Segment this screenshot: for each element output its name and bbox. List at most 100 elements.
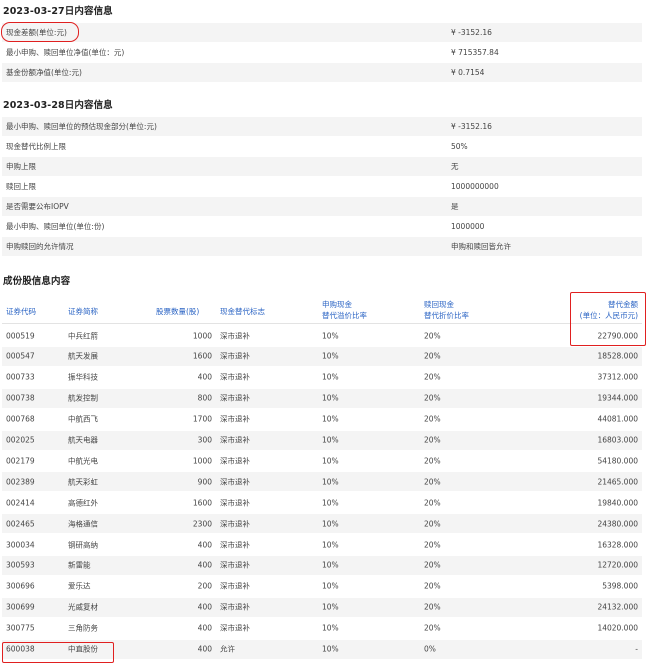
- section-title-components: 成份股信息内容: [3, 276, 71, 287]
- cash-flag: 深市退补: [220, 414, 250, 424]
- cash-flag: 深市退补: [220, 560, 250, 570]
- red-discount: 20%: [424, 372, 441, 382]
- stock-code: 300699: [6, 602, 35, 612]
- red-discount: 0%: [424, 644, 436, 654]
- stock-code: 000738: [6, 393, 35, 403]
- stock-name: 振华科技: [68, 372, 98, 382]
- sub-amount: 5398.000: [602, 581, 638, 591]
- stock-code: 300775: [6, 623, 35, 633]
- kv-key: 最小申购、赎回单位的预估现金部分(单位:元): [6, 122, 157, 131]
- sub-amount: 12720.000: [597, 560, 638, 570]
- cash-flag: 深市退补: [220, 351, 250, 361]
- cash-flag: 深市退补: [220, 372, 250, 382]
- sub-amount: 22790.000: [597, 331, 638, 340]
- sub-amount: 24132.000: [597, 602, 638, 612]
- cash-flag: 深市退补: [220, 456, 250, 466]
- sub-premium: 10%: [322, 331, 339, 340]
- table-row: 300775 三角防务 400 深市退补 10% 20% 14020.000: [2, 619, 642, 638]
- table-row: 002389 航天彩虹 900 深市退补 10% 20% 21465.000: [2, 472, 642, 492]
- sub-premium: 10%: [322, 519, 339, 529]
- stock-name: 中航西飞: [68, 414, 98, 424]
- red-discount: 20%: [424, 602, 441, 612]
- stock-code: 002465: [6, 519, 35, 529]
- sub-amount: 21465.000: [597, 477, 638, 487]
- stock-qty: 1600: [192, 498, 212, 508]
- col-header-sub-line2[interactable]: 替代溢价比率: [322, 310, 367, 321]
- col-header-name[interactable]: 证券简称: [68, 306, 98, 317]
- section-title-0327: 2023-03-27日内容信息: [3, 6, 113, 17]
- col-header-sub-line1[interactable]: 申购现金: [322, 299, 352, 310]
- kv-key: 现金差额(单位:元): [6, 28, 67, 37]
- kv-value: 申购和赎回皆允许: [451, 242, 511, 251]
- stock-name: 光威复材: [68, 602, 98, 612]
- red-discount: 20%: [424, 477, 441, 487]
- col-header-amt-line1[interactable]: 替代金额: [608, 299, 638, 310]
- kv-key: 基金份额净值(单位:元): [6, 68, 82, 77]
- kv-row: 现金差额(单位:元) ¥ -3152.16: [2, 23, 642, 42]
- kv-row: 最小申购、赎回单位净值(单位：元) ¥ 715357.84: [2, 43, 642, 62]
- sub-premium: 10%: [322, 498, 339, 508]
- kv-key: 最小申购、赎回单位(单位:份): [6, 222, 105, 231]
- cash-flag: 深市退补: [220, 498, 250, 508]
- cash-flag: 深市退补: [220, 435, 250, 445]
- table-row: 000738 航发控制 800 深市退补 10% 20% 19344.000: [2, 388, 642, 408]
- cash-flag: 深市退补: [220, 540, 250, 549]
- stock-qty: 200: [197, 581, 212, 591]
- col-header-amt-line2[interactable]: (单位：人民币元): [580, 310, 638, 321]
- red-discount: 20%: [424, 498, 441, 508]
- kv-value: 1000000000: [451, 182, 499, 191]
- red-discount: 20%: [424, 623, 441, 633]
- stock-code: 002414: [6, 498, 35, 508]
- kv-key: 最小申购、赎回单位净值(单位：元): [6, 48, 125, 57]
- kv-value: 是: [451, 202, 459, 211]
- stock-name: 三角防务: [68, 623, 98, 633]
- stock-name: 航天发展: [68, 351, 98, 361]
- table-row: 000768 中航西飞 1700 深市退补 10% 20% 44081.000: [2, 410, 642, 429]
- sub-premium: 10%: [322, 456, 339, 466]
- kv-value: 50%: [451, 142, 468, 151]
- cash-flag: 深市退补: [220, 519, 250, 529]
- table-row: 300593 新雷能 400 深市退补 10% 20% 12720.000: [2, 555, 642, 575]
- sub-premium: 10%: [322, 540, 339, 549]
- sub-amount: 37312.000: [597, 372, 638, 382]
- red-discount: 20%: [424, 435, 441, 445]
- stock-code: 300696: [6, 581, 35, 591]
- col-header-qty[interactable]: 股票数量(股): [156, 306, 199, 317]
- col-header-red-line2[interactable]: 替代折价比率: [424, 310, 469, 321]
- col-header-flag[interactable]: 现金替代标志: [220, 306, 265, 317]
- kv-value: ¥ -3152.16: [451, 122, 492, 131]
- table-row: 000519 中兵红箭 1000 深市退补 10% 20% 22790.000: [2, 326, 642, 345]
- stock-qty: 400: [197, 623, 212, 633]
- sub-amount: 14020.000: [597, 623, 638, 633]
- col-header-code[interactable]: 证券代码: [6, 306, 36, 317]
- stock-code: 300593: [6, 560, 35, 570]
- stock-qty: 900: [197, 477, 212, 487]
- stock-code: 002389: [6, 477, 35, 487]
- kv-row: 基金份额净值(单位:元) ¥ 0.7154: [2, 63, 642, 82]
- kv-value: ¥ -3152.16: [451, 28, 492, 37]
- stock-name: 海格通信: [68, 519, 98, 529]
- col-header-red-line1[interactable]: 赎回现金: [424, 299, 454, 310]
- red-discount: 20%: [424, 519, 441, 529]
- cash-flag: 深市退补: [220, 477, 250, 487]
- stock-code: 000733: [6, 372, 35, 382]
- stock-name: 航天电器: [68, 435, 98, 445]
- table-row: 002414 高德红外 1600 深市退补 10% 20% 19840.000: [2, 493, 642, 512]
- stock-name: 爱乐达: [68, 581, 91, 591]
- kv-key: 申购赎回的允许情况: [6, 242, 74, 251]
- table-header: 证券代码 证券简称 股票数量(股) 现金替代标志 申购现金 替代溢价比率 赎回现…: [2, 295, 642, 324]
- red-discount: 20%: [424, 560, 441, 570]
- sub-premium: 10%: [322, 372, 339, 382]
- sub-premium: 10%: [322, 414, 339, 424]
- stock-qty: 400: [197, 602, 212, 612]
- kv-row: 最小申购、赎回单位(单位:份) 1000000: [2, 217, 642, 236]
- stock-code: 000547: [6, 351, 35, 361]
- kv-key: 申购上限: [6, 162, 36, 171]
- cash-flag: 允许: [220, 644, 235, 654]
- kv-row: 现金替代比例上限 50%: [2, 137, 642, 156]
- sub-premium: 10%: [322, 623, 339, 633]
- cash-flag: 深市退补: [220, 581, 250, 591]
- stock-qty: 1000: [192, 331, 212, 340]
- stock-qty: 800: [197, 393, 212, 403]
- kv-value: 无: [451, 162, 459, 171]
